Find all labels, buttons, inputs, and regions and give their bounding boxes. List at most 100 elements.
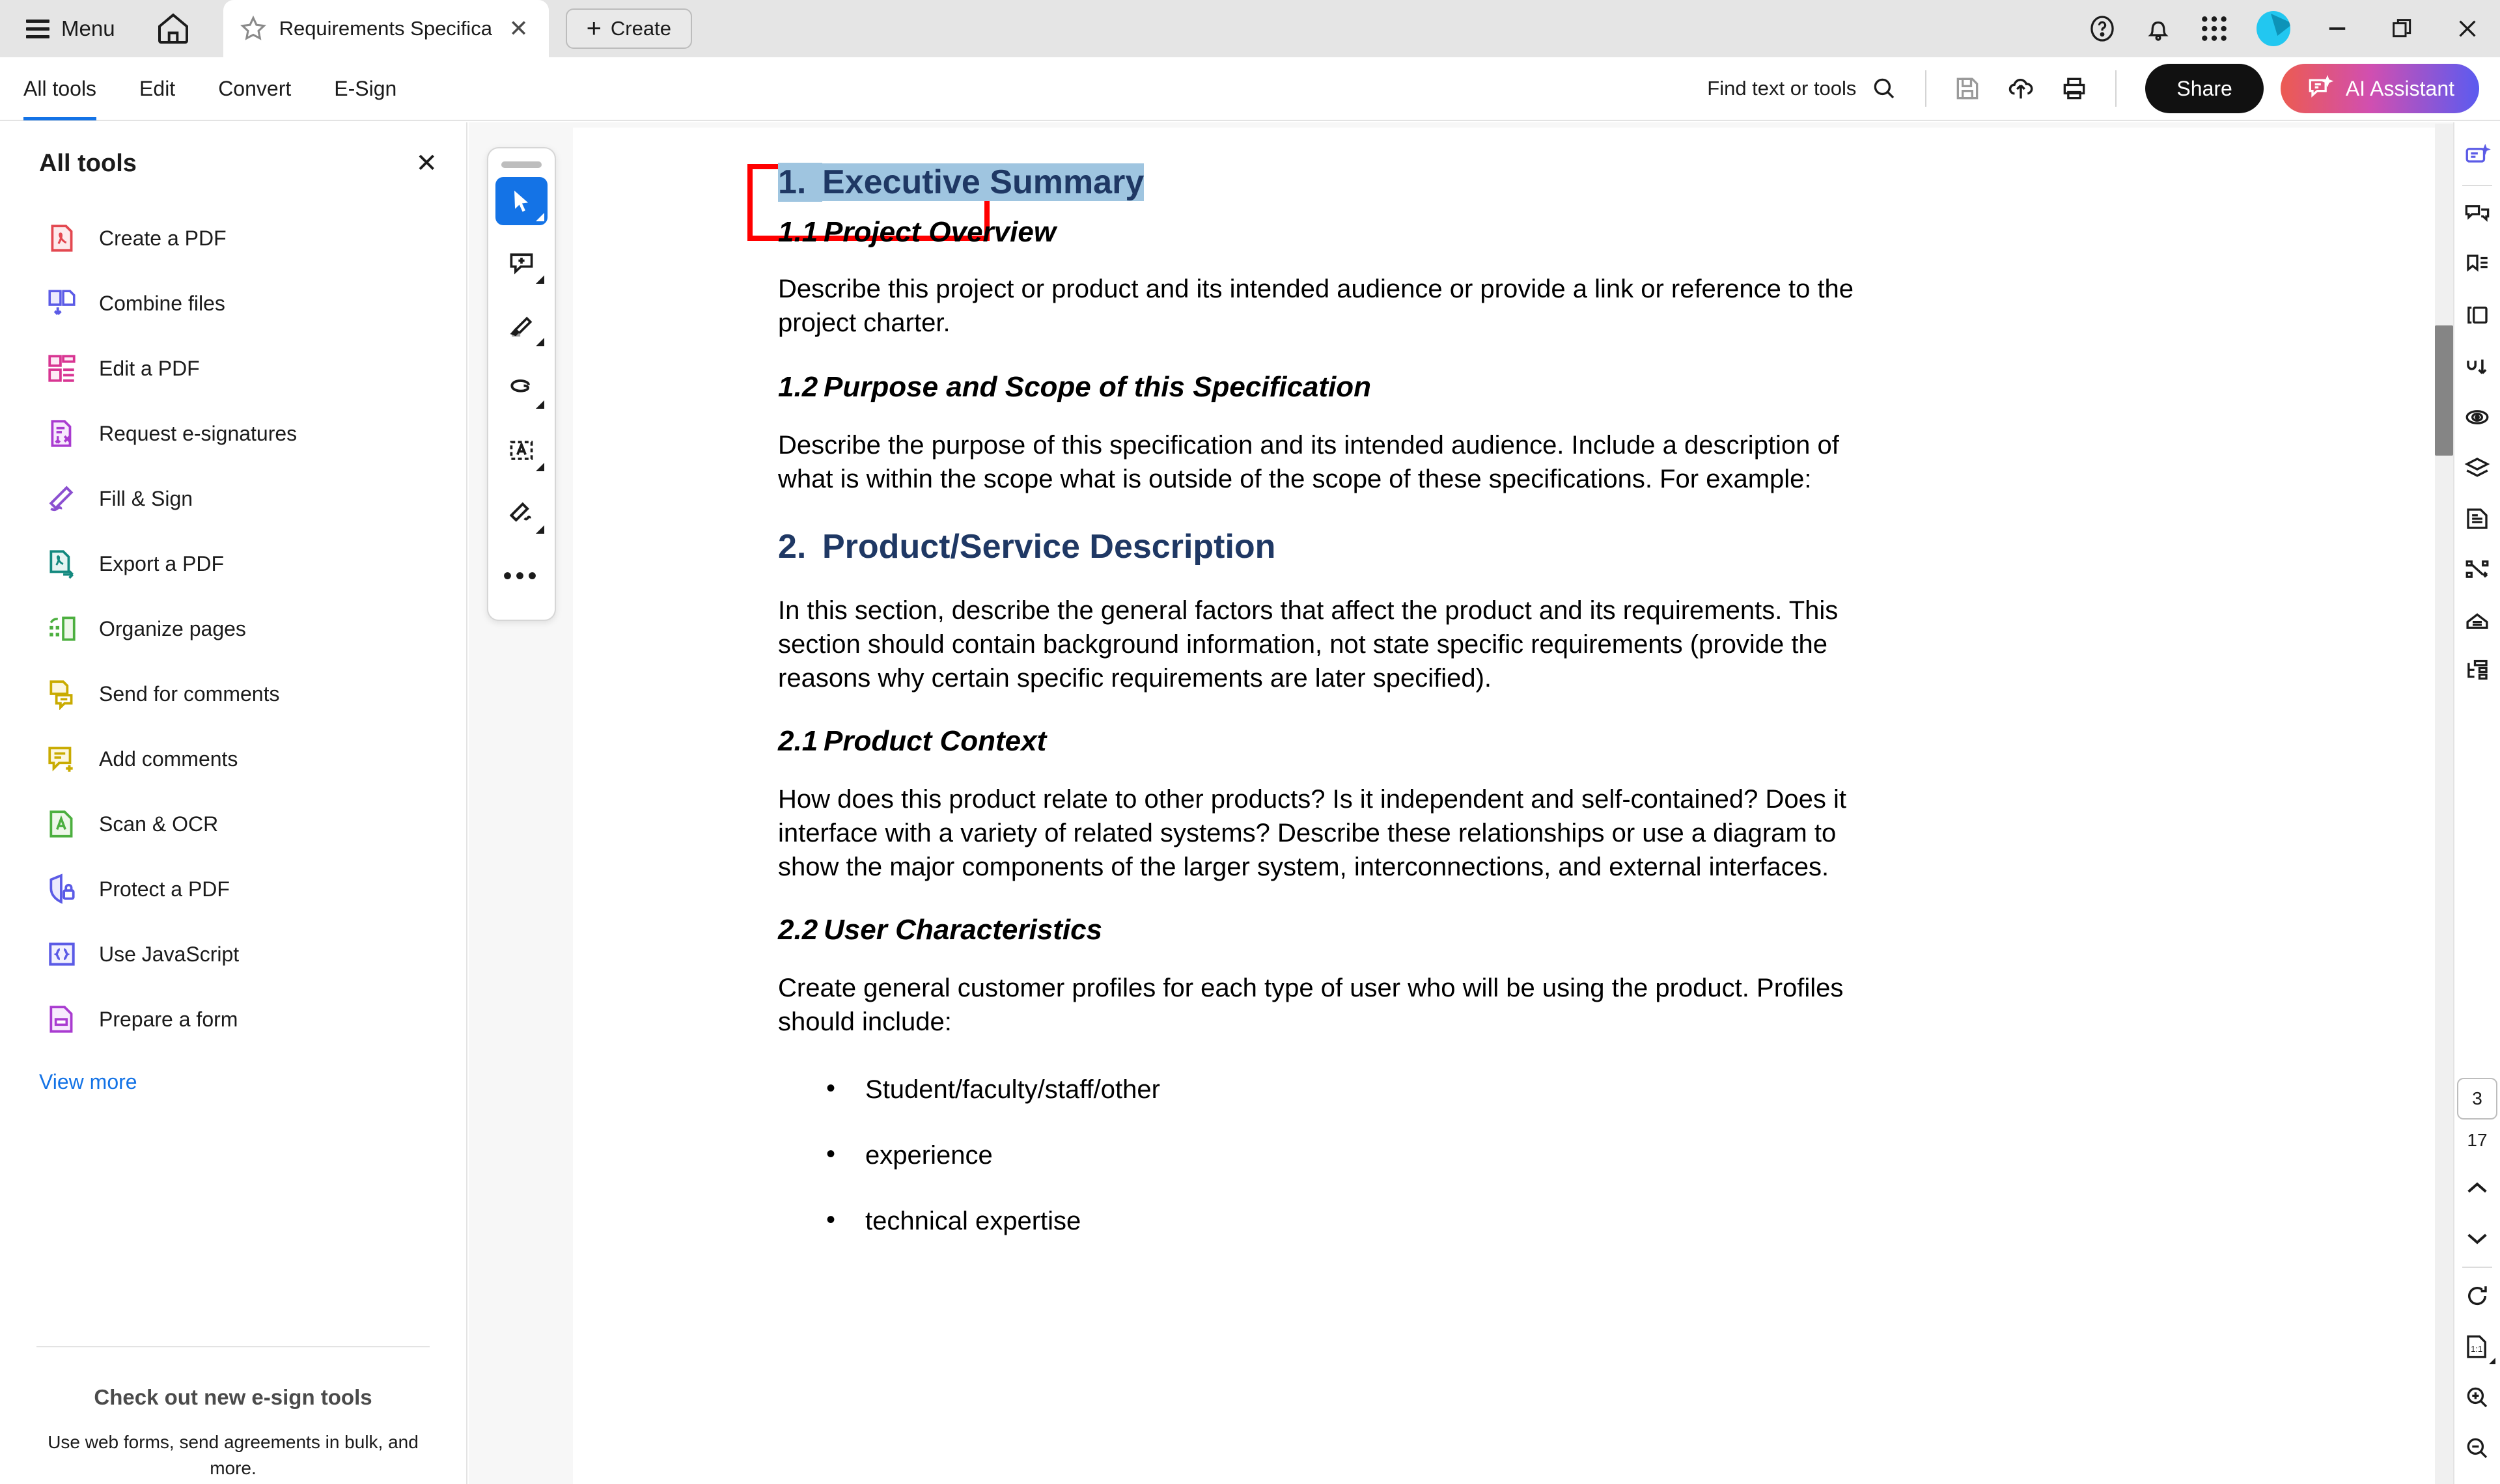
sidebar-close-button[interactable]: ✕	[415, 148, 438, 178]
tab-close-button[interactable]: ✕	[505, 15, 533, 42]
sidebar-item-send-for-comments[interactable]: Send for comments	[0, 661, 466, 726]
paragraph-product-context: How does this product relate to other pr…	[778, 785, 1846, 881]
heading-number: 1.	[778, 163, 822, 202]
sidebar-item-combine-files[interactable]: Combine files	[0, 271, 466, 336]
find-label: Find text or tools	[1707, 77, 1857, 100]
scrollbar-thumb[interactable]	[2435, 325, 2453, 456]
find-button[interactable]: Find text or tools	[1707, 75, 1898, 102]
avatar[interactable]	[2257, 11, 2290, 46]
zoom-out-button[interactable]	[2456, 1423, 2498, 1474]
freehand-draw-button[interactable]	[495, 364, 548, 413]
help-button[interactable]	[2074, 0, 2130, 57]
add-comment-button[interactable]	[495, 240, 548, 288]
document-tab[interactable]: Requirements Specifica... ✕	[223, 0, 549, 57]
sidebar-item-edit-a-pdf[interactable]: Edit a PDF	[0, 336, 466, 401]
restore-button[interactable]	[2370, 0, 2435, 57]
vertical-scrollbar[interactable]	[2435, 124, 2453, 1484]
select-tool-button[interactable]	[495, 177, 548, 225]
add-comments-icon	[44, 741, 79, 776]
more-tools-button[interactable]: •••	[495, 552, 548, 600]
page-thumbnails-button[interactable]	[2456, 290, 2498, 341]
sidebar-item-fill-and-sign[interactable]: Fill & Sign	[0, 466, 466, 531]
heading-product-service-description: 2. Product/Service Description	[778, 527, 1885, 566]
tab-convert[interactable]: Convert	[218, 57, 291, 120]
javascript-icon	[44, 937, 79, 972]
star-icon[interactable]	[239, 14, 268, 43]
title-bar-right-group	[2074, 0, 2500, 57]
bullet-icon: •	[826, 1074, 836, 1103]
bookmarks-icon	[2467, 254, 2488, 272]
save-button[interactable]	[1941, 62, 1994, 115]
upload-button[interactable]	[1994, 62, 2048, 115]
layers-button[interactable]	[2456, 443, 2498, 493]
sidebar-item-request-e-signatures[interactable]: Request e-signatures	[0, 401, 466, 466]
accessibility-button[interactable]	[2456, 392, 2498, 443]
sidebar-item-prepare-a-form[interactable]: Prepare a form	[0, 987, 466, 1052]
sidebar-title: All tools	[39, 149, 137, 177]
comments-icon	[2465, 205, 2490, 222]
save-icon	[1957, 77, 1979, 100]
sidebar-item-label: Edit a PDF	[99, 356, 200, 380]
rotate-button[interactable]	[2456, 1271, 2498, 1321]
svg-text:1:1: 1:1	[2471, 1344, 2482, 1354]
page-thumbnails-icon	[2467, 307, 2488, 324]
heading-executive-summary: 1. Executive Summary	[778, 163, 1885, 202]
sign-tool-button[interactable]	[495, 489, 548, 538]
content-button[interactable]	[2456, 493, 2498, 544]
bell-icon	[2148, 21, 2169, 41]
apps-button[interactable]	[2186, 0, 2242, 57]
sidebar-item-create-a-pdf[interactable]: Create a PDF	[0, 206, 466, 271]
actual-size-icon: 1:1	[2467, 1335, 2486, 1358]
zoom-out-icon	[2467, 1438, 2488, 1459]
ai-assistant-label: AI Assistant	[2345, 76, 2454, 100]
tags-button[interactable]	[2456, 646, 2498, 696]
undo-button[interactable]	[2456, 341, 2498, 392]
sidebar-item-use-javascript[interactable]: Use JavaScript	[0, 922, 466, 987]
close-window-button[interactable]	[2435, 0, 2500, 57]
minimize-button[interactable]	[2305, 0, 2370, 57]
zoom-in-button[interactable]	[2456, 1372, 2498, 1423]
highlight-tool-button[interactable]	[495, 302, 548, 350]
sidebar-item-export-a-pdf[interactable]: Export a PDF	[0, 531, 466, 596]
page-number-input[interactable]: 3	[2457, 1078, 2497, 1120]
chevron-up-icon	[2467, 1182, 2487, 1193]
comments-button[interactable]	[2456, 189, 2498, 240]
highlighter-icon	[510, 316, 533, 337]
sidebar-item-protect-a-pdf[interactable]: Protect a PDF	[0, 857, 466, 922]
heading-purpose-and-scope: 1.2 Purpose and Scope of this Specificati…	[778, 371, 1885, 404]
ai-assistant-button[interactable]: AI Assistant	[2280, 64, 2479, 113]
ai-sparkle-icon	[2309, 75, 2334, 98]
menu-button[interactable]: Menu	[18, 11, 123, 46]
ai-assistant-rail-button[interactable]	[2456, 131, 2498, 182]
chevron-down-icon	[2467, 1233, 2487, 1244]
previous-page-button[interactable]	[2456, 1162, 2498, 1213]
share-button[interactable]: Share	[2145, 64, 2264, 113]
drag-handle[interactable]	[501, 161, 542, 168]
prepare-form-icon	[44, 1002, 79, 1037]
add-text-button[interactable]	[495, 427, 548, 475]
sidebar-item-add-comments[interactable]: Add comments	[0, 726, 466, 791]
heading-user-characteristics: 2.2 User Characteristics	[778, 914, 1885, 946]
bookmarks-button[interactable]	[2456, 240, 2498, 290]
next-page-button[interactable]	[2456, 1213, 2498, 1264]
document-content: 1. Executive Summary 1.1 Project Overview …	[778, 163, 1885, 1236]
tab-edit[interactable]: Edit	[139, 57, 175, 120]
create-button[interactable]: + Create	[565, 8, 692, 49]
view-more-link[interactable]: View more	[0, 1052, 137, 1094]
print-button[interactable]	[2048, 62, 2101, 115]
sidebar-item-scan-and-ocr[interactable]: Scan & OCR	[0, 791, 466, 857]
tab-esign[interactable]: E-Sign	[334, 57, 396, 120]
notifications-button[interactable]	[2130, 0, 2186, 57]
actual-size-button[interactable]: 1:1	[2456, 1321, 2498, 1372]
list-item-label: Student/faculty/staff/other	[865, 1075, 1160, 1104]
help-circle-icon	[2090, 16, 2114, 42]
search-icon	[1874, 78, 1895, 99]
home-button[interactable]	[153, 8, 193, 49]
stamp-button[interactable]	[2456, 595, 2498, 646]
sidebar-item-organize-pages[interactable]: Organize pages	[0, 596, 466, 661]
heading-text: User Characteristics	[824, 914, 1103, 946]
stamp-icon	[2466, 613, 2488, 629]
workflow-button[interactable]	[2456, 544, 2498, 595]
tab-all-tools[interactable]: All tools	[23, 57, 97, 120]
sidebar-item-label: Combine files	[99, 291, 225, 315]
